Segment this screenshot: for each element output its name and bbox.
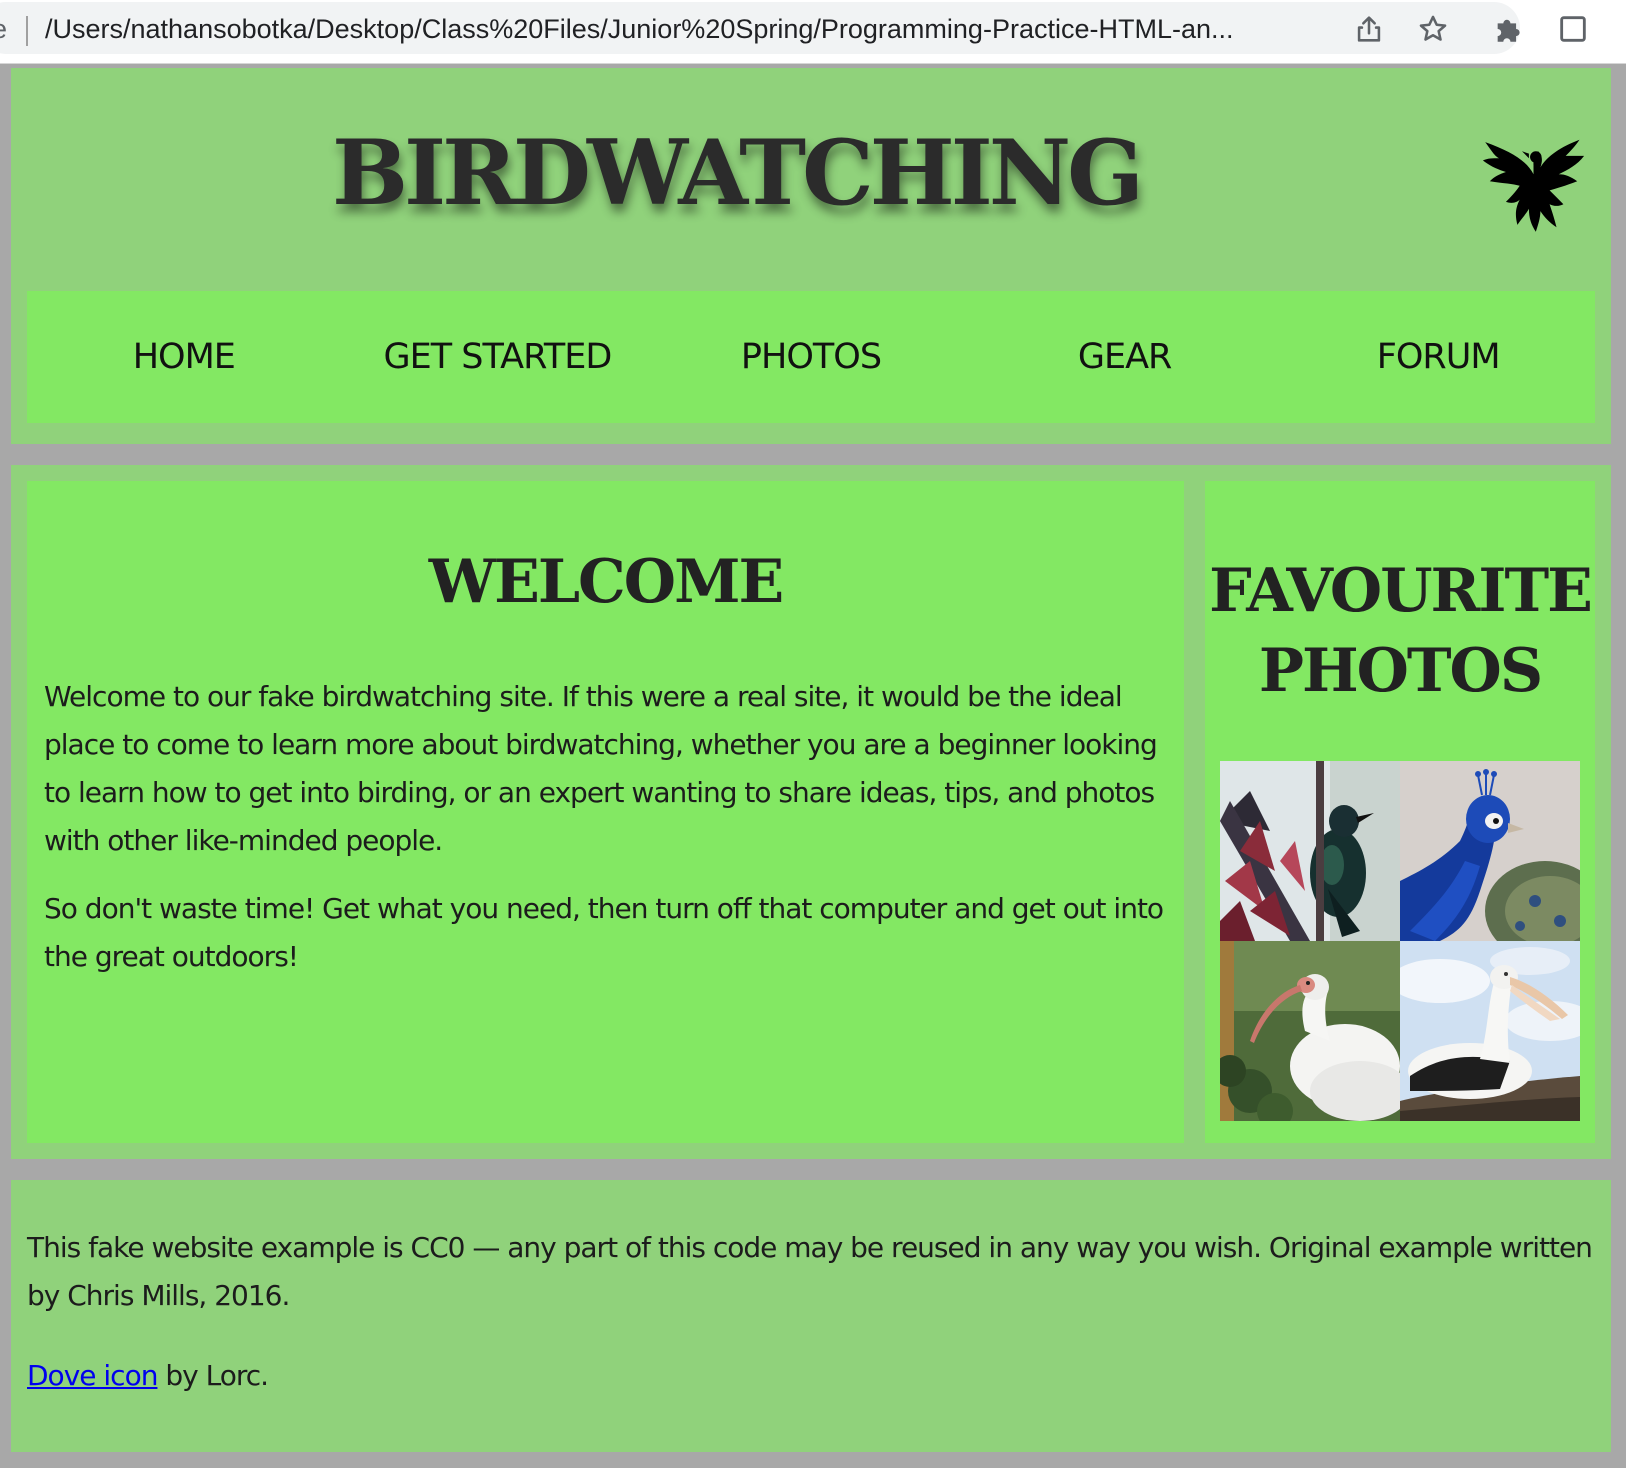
outdoors-paragraph: So don't waste time! Get what you need, … <box>44 892 1164 973</box>
credit-author-text: by Lorc. <box>157 1359 269 1392</box>
site-header: BIRDWATCHING HOME GET STARTED PHOTOS GEA… <box>11 68 1611 444</box>
welcome-paragraph: Welcome to our fake birdwatching site. I… <box>44 680 1158 857</box>
site-footer: This fake website example is CC0 — any p… <box>11 1180 1611 1452</box>
browser-toolbar: ile /Users/nathansobotka/Desktop/Class%2… <box>0 0 1626 64</box>
dove-icon <box>1476 126 1591 241</box>
url-scheme-fragment: ile <box>0 14 7 45</box>
tui-bird-photo[interactable] <box>1220 761 1400 941</box>
extensions-puzzle-icon[interactable] <box>1492 12 1526 46</box>
white-ibis-photo[interactable] <box>1220 941 1400 1121</box>
nav-home[interactable]: HOME <box>133 337 236 377</box>
dove-icon-credit-link[interactable]: Dove icon <box>27 1359 158 1392</box>
url-divider <box>26 16 28 46</box>
side-panel-icon[interactable] <box>1556 12 1590 46</box>
nav-get-started[interactable]: GET STARTED <box>384 337 613 377</box>
favourite-photos-sidebar: FAVOURITE PHOTOS <box>1205 481 1595 1143</box>
peacock-photo[interactable] <box>1400 761 1580 941</box>
nav-gear[interactable]: GEAR <box>1078 337 1172 377</box>
main-content: WELCOME Welcome to our fake birdwatching… <box>11 465 1611 1159</box>
photo-grid <box>1220 761 1580 1121</box>
bookmark-star-icon[interactable] <box>1416 12 1450 46</box>
favourite-photos-heading-text: FAVOURITE PHOTOS <box>1209 556 1593 706</box>
nav-forum[interactable]: FORUM <box>1377 337 1501 377</box>
url-text[interactable]: /Users/nathansobotka/Desktop/Class%20Fil… <box>45 14 1365 45</box>
main-nav: HOME GET STARTED PHOTOS GEAR FORUM <box>27 291 1595 423</box>
license-text: This fake website example is CC0 — any p… <box>27 1231 1593 1312</box>
welcome-heading: WELCOME <box>428 547 784 617</box>
nav-photos[interactable]: PHOTOS <box>741 337 882 377</box>
icon-credit: Dove icon by Lorc. <box>27 1352 1595 1400</box>
pelican-photo[interactable] <box>1400 941 1580 1121</box>
page: BIRDWATCHING HOME GET STARTED PHOTOS GEA… <box>11 64 1611 1468</box>
address-bar[interactable]: ile /Users/nathansobotka/Desktop/Class%2… <box>0 2 1520 54</box>
site-title: BIRDWATCHING <box>331 120 1144 226</box>
favourite-photos-heading: FAVOURITE PHOTOS <box>1205 551 1595 711</box>
welcome-article: WELCOME Welcome to our fake birdwatching… <box>27 481 1184 1143</box>
share-icon[interactable] <box>1352 12 1386 46</box>
